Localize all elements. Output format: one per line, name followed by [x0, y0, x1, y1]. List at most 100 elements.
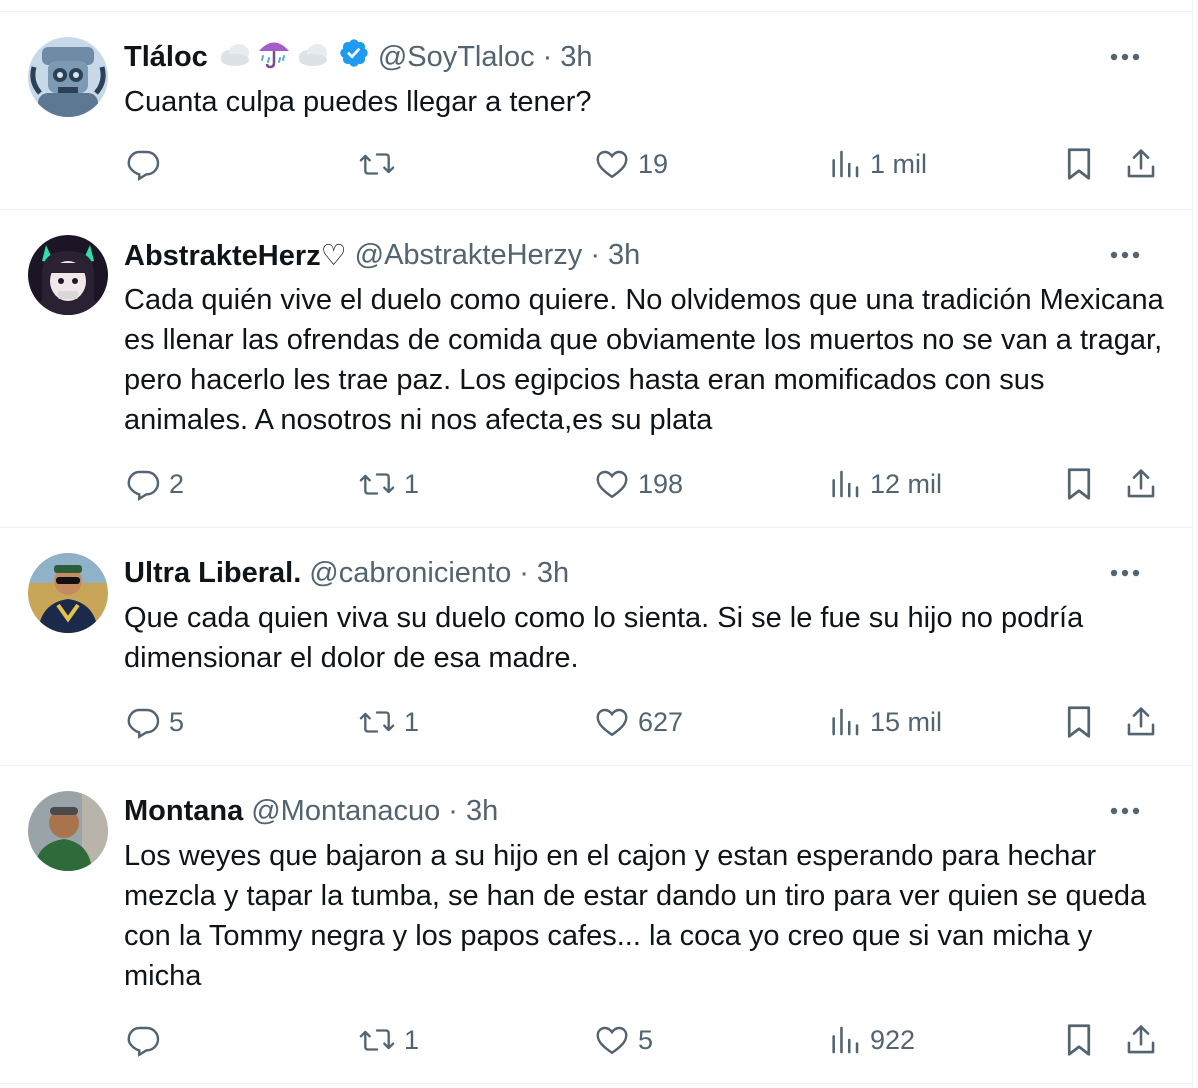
reply-button[interactable]: 2 [125, 464, 184, 504]
tweet-header: AbstrakteHerz♡ @AbstrakteHerzy · 3h [124, 237, 640, 273]
reply-feed: Tláloc @SoyTlaloc · 3h Cuanta culpa pued… [0, 0, 1193, 1088]
separator-dot: · [590, 238, 600, 271]
share-button[interactable] [1124, 1020, 1158, 1060]
reply-count: 2 [169, 468, 185, 499]
separator-dot: · [519, 556, 529, 589]
separator-dot: · [448, 794, 458, 827]
handle[interactable]: @SoyTlaloc [378, 41, 535, 74]
timestamp[interactable]: 3h [608, 239, 640, 272]
heart-icon [594, 1022, 630, 1058]
avatar[interactable] [28, 37, 108, 117]
retweet-button[interactable]: 1 [358, 1020, 419, 1060]
tweet[interactable]: Tláloc @SoyTlaloc · 3h Cuanta culpa pued… [0, 12, 1193, 210]
retweet-button[interactable]: 1 [358, 464, 419, 504]
more-icon[interactable] [1107, 558, 1143, 588]
heart-icon [594, 146, 630, 182]
views-button[interactable]: 1 mil [828, 144, 927, 184]
display-name[interactable]: AbstrakteHerz♡ [124, 238, 347, 273]
like-button[interactable]: 627 [594, 702, 683, 742]
action-bar: 5 1 627 15 mil [0, 702, 1193, 742]
share-button[interactable] [1124, 464, 1158, 504]
retweet-icon [358, 146, 396, 182]
cloud-icon [218, 39, 252, 75]
more-icon[interactable] [1107, 240, 1143, 270]
display-name[interactable]: Montana [124, 795, 243, 828]
umbrella-rain-icon [256, 36, 292, 78]
tweet-header: Tláloc @SoyTlaloc · 3h [124, 39, 593, 75]
tweet[interactable]: Montana @Montanacuo · 3h Los weyes que b… [0, 766, 1193, 1084]
bookmark-button[interactable] [1063, 702, 1095, 742]
tweet-header: Montana @Montanacuo · 3h [124, 793, 498, 829]
like-count: 5 [638, 1024, 654, 1055]
bookmark-button[interactable] [1063, 1020, 1095, 1060]
views-count: 12 mil [870, 468, 943, 499]
retweet-button[interactable]: 1 [358, 702, 419, 742]
cloud-icon [296, 39, 330, 75]
bookmark-icon [1063, 1022, 1095, 1058]
reply-icon [125, 466, 161, 502]
share-icon [1124, 1022, 1158, 1058]
avatar[interactable] [28, 553, 108, 633]
retweet-count: 1 [404, 468, 420, 499]
reply-button[interactable] [125, 144, 169, 184]
tweet-header: Ultra Liberal. @cabroniciento · 3h [124, 555, 569, 591]
like-button[interactable]: 198 [594, 464, 683, 504]
views-count: 1 mil [870, 148, 928, 179]
bookmark-icon [1063, 704, 1095, 740]
retweet-icon [358, 466, 396, 502]
timestamp[interactable]: 3h [466, 795, 498, 828]
reply-icon [125, 1022, 161, 1058]
reply-button[interactable] [125, 1020, 169, 1060]
like-button[interactable]: 19 [594, 144, 668, 184]
heart-icon [594, 466, 630, 502]
display-name[interactable]: Ultra Liberal. [124, 557, 301, 590]
views-count: 15 mil [870, 706, 943, 737]
views-button[interactable]: 15 mil [828, 702, 942, 742]
display-name[interactable]: Tláloc [124, 41, 208, 74]
bookmark-button[interactable] [1063, 464, 1095, 504]
tweet[interactable]: Ultra Liberal. @cabroniciento · 3h Que c… [0, 528, 1193, 766]
views-button[interactable]: 12 mil [828, 464, 942, 504]
tweet-text: Que cada quien viva su duelo como lo sie… [124, 602, 1084, 674]
views-icon [828, 146, 862, 182]
heart-icon [594, 704, 630, 740]
views-icon [828, 1022, 862, 1058]
avatar[interactable] [28, 791, 108, 871]
views-button[interactable]: 922 [828, 1020, 915, 1060]
tweet-text: Los weyes que bajaron a su hijo en el ca… [124, 840, 1147, 992]
tweet-text: Cuanta culpa puedes llegar a tener? [124, 86, 592, 118]
views-icon [828, 704, 862, 740]
share-icon [1124, 146, 1158, 182]
tweet[interactable]: AbstrakteHerz♡ @AbstrakteHerzy · 3h Cada… [0, 210, 1193, 528]
separator-dot: · [542, 40, 553, 73]
handle[interactable]: @AbstrakteHerzy [355, 239, 583, 272]
like-count: 19 [638, 148, 669, 179]
bookmark-button[interactable] [1063, 144, 1095, 184]
more-icon[interactable] [1107, 796, 1143, 826]
retweet-count: 1 [404, 706, 420, 737]
retweet-icon [358, 1022, 396, 1058]
share-icon [1124, 466, 1158, 502]
retweet-count: 1 [404, 1024, 420, 1055]
reply-icon [125, 704, 161, 740]
reply-button[interactable]: 5 [125, 702, 184, 742]
verified-badge-icon [338, 37, 370, 77]
bookmark-icon [1063, 466, 1095, 502]
bookmark-icon [1063, 146, 1095, 182]
share-button[interactable] [1124, 702, 1158, 742]
share-button[interactable] [1124, 144, 1158, 184]
retweet-button[interactable] [358, 144, 404, 184]
handle[interactable]: @Montanacuo [251, 795, 440, 828]
timestamp[interactable]: 3h [537, 557, 569, 590]
action-bar: 2 1 198 12 mil [0, 464, 1193, 504]
action-bar: 1 5 922 [0, 1020, 1193, 1060]
more-icon[interactable] [1107, 42, 1143, 72]
timestamp[interactable]: 3h [560, 41, 592, 74]
like-button[interactable]: 5 [594, 1020, 653, 1060]
action-bar: 19 1 mil [0, 144, 1193, 184]
handle[interactable]: @cabroniciento [309, 557, 511, 590]
reply-icon [125, 146, 161, 182]
avatar[interactable] [28, 235, 108, 315]
like-count: 198 [638, 468, 684, 499]
views-icon [828, 466, 862, 502]
